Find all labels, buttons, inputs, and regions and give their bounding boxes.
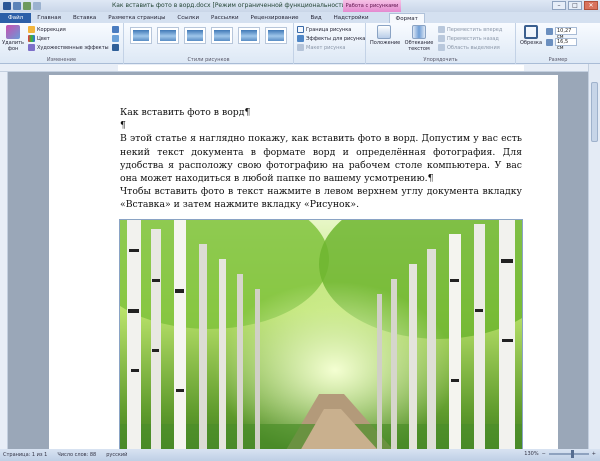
inserted-photo[interactable] xyxy=(119,219,523,449)
zoom-out-icon[interactable]: − xyxy=(542,451,546,457)
color-icon xyxy=(28,35,35,42)
group-size: Обрезка 10,27 см 16,5 см Размер xyxy=(516,23,600,64)
minimize-button[interactable]: – xyxy=(552,1,566,10)
picture-style-2[interactable] xyxy=(157,27,179,44)
group-arrange-label: Упорядочить xyxy=(423,57,458,63)
tab-home[interactable]: Главная xyxy=(31,13,67,23)
picture-style-4[interactable] xyxy=(211,27,233,44)
picture-style-5[interactable] xyxy=(238,27,260,44)
undo-icon[interactable] xyxy=(23,2,31,10)
corrections-button[interactable]: Коррекция xyxy=(28,26,66,33)
horizontal-ruler[interactable] xyxy=(0,64,600,72)
change-picture-icon[interactable] xyxy=(112,35,119,42)
empty-paragraph: ¶ xyxy=(120,120,126,132)
send-backward-icon xyxy=(438,35,445,42)
group-picture-format: Граница рисунка Эффекты для рисунка Маке… xyxy=(294,23,366,64)
zoom-control: 130% − + xyxy=(524,450,596,458)
send-backward-button[interactable]: Переместить назад xyxy=(438,35,499,42)
zoom-in-icon[interactable]: + xyxy=(592,451,596,457)
group-adjust-label: Изменение xyxy=(46,57,77,63)
picture-style-6[interactable] xyxy=(265,27,287,44)
status-language[interactable]: русский xyxy=(106,452,127,458)
group-picture-styles: Стили рисунков xyxy=(124,23,294,64)
tab-references[interactable]: Ссылки xyxy=(171,13,205,23)
reset-picture-icon[interactable] xyxy=(112,44,119,51)
status-words[interactable]: Число слов: 88 xyxy=(57,452,96,458)
crop-button[interactable]: Обрезка xyxy=(520,25,542,46)
wrap-text-button[interactable]: Обтекание текстом xyxy=(402,25,436,52)
selection-pane-button[interactable]: Область выделения xyxy=(438,44,500,51)
tab-mailings[interactable]: Рассылки xyxy=(205,13,245,23)
selection-pane-icon xyxy=(438,44,445,51)
remove-background-icon xyxy=(6,25,20,39)
position-icon xyxy=(377,25,391,39)
document-body[interactable]: Как вставить фото в ворд¶ ¶ В этой стать… xyxy=(120,106,522,212)
effects-icon xyxy=(297,35,304,42)
width-input[interactable]: 16,5 см xyxy=(555,38,577,51)
picture-border-button[interactable]: Граница рисунка xyxy=(297,26,351,33)
bring-forward-icon xyxy=(438,26,445,33)
height-input[interactable]: 10,27 см xyxy=(555,27,577,40)
status-bar: Страница: 1 из 1 Число слов: 88 русский … xyxy=(0,449,600,461)
height-field[interactable]: 10,27 см xyxy=(546,27,577,40)
tab-format[interactable]: Формат xyxy=(388,13,425,23)
group-picture-styles-label: Стили рисунков xyxy=(187,57,230,63)
color-button[interactable]: Цвет xyxy=(28,35,50,42)
tab-file[interactable]: Файл xyxy=(0,13,32,23)
document-heading: Как вставить фото в ворд¶ xyxy=(120,107,251,118)
context-tab-picture-tools: Работа с рисунками xyxy=(343,0,401,12)
ribbon: Удалить фон Коррекция Цвет Художественны… xyxy=(0,23,600,64)
document-canvas: Как вставить фото в ворд¶ ¶ В этой стать… xyxy=(8,72,588,449)
remove-background-button[interactable]: Удалить фон xyxy=(2,25,24,52)
status-page[interactable]: Страница: 1 из 1 xyxy=(3,452,47,458)
group-size-label: Размер xyxy=(548,57,568,63)
crop-icon xyxy=(524,25,538,39)
group-arrange: Положение Обтекание текстом Переместить … xyxy=(366,23,516,64)
tab-review[interactable]: Рецензирование xyxy=(245,13,305,23)
tab-view[interactable]: Вид xyxy=(305,13,328,23)
vertical-ruler[interactable] xyxy=(0,72,8,449)
paragraph-1: В этой статье я наглядно покажу, как вст… xyxy=(120,133,522,185)
picture-style-3[interactable] xyxy=(184,27,206,44)
wrap-text-icon xyxy=(412,25,426,39)
compress-pictures-icon[interactable] xyxy=(112,26,119,33)
width-field[interactable]: 16,5 см xyxy=(546,38,577,51)
width-icon xyxy=(546,38,553,46)
tab-insert[interactable]: Вставка xyxy=(67,13,102,23)
artistic-effects-icon xyxy=(28,44,35,51)
zoom-level[interactable]: 130% xyxy=(524,451,538,457)
word-logo-icon[interactable] xyxy=(3,2,11,10)
title-bar: Как вставить фото в ворд.docx [Режим огр… xyxy=(0,0,600,12)
vertical-scrollbar[interactable] xyxy=(588,64,600,449)
picture-style-1[interactable] xyxy=(130,27,152,44)
paragraph-2: Чтобы вставить фото в текст нажмите в ле… xyxy=(120,186,522,211)
sun-icon xyxy=(28,26,35,33)
artistic-effects-button[interactable]: Художественные эффекты xyxy=(28,44,109,51)
scrollbar-thumb[interactable] xyxy=(591,82,598,142)
document-page: Как вставить фото в ворд¶ ¶ В этой стать… xyxy=(49,75,558,449)
zoom-slider[interactable] xyxy=(548,450,589,458)
tab-page-layout[interactable]: Разметка страницы xyxy=(102,13,171,23)
picture-layout-button[interactable]: Макет рисунка xyxy=(297,44,345,51)
bring-forward-button[interactable]: Переместить вперед xyxy=(438,26,502,33)
close-button[interactable]: ✕ xyxy=(584,1,598,10)
position-button[interactable]: Положение xyxy=(370,25,400,46)
save-icon[interactable] xyxy=(13,2,21,10)
maximize-button[interactable]: □ xyxy=(568,1,582,10)
layout-icon xyxy=(297,44,304,51)
height-icon xyxy=(546,27,553,35)
border-icon xyxy=(297,26,304,33)
group-adjust: Удалить фон Коррекция Цвет Художественны… xyxy=(0,23,124,64)
tab-addins[interactable]: Надстройки xyxy=(328,13,375,23)
quick-access-toolbar xyxy=(0,2,41,10)
ribbon-tabs: Файл Главная Вставка Разметка страницы С… xyxy=(0,12,600,23)
picture-effects-button[interactable]: Эффекты для рисунка xyxy=(297,35,365,42)
redo-icon[interactable] xyxy=(33,2,41,10)
